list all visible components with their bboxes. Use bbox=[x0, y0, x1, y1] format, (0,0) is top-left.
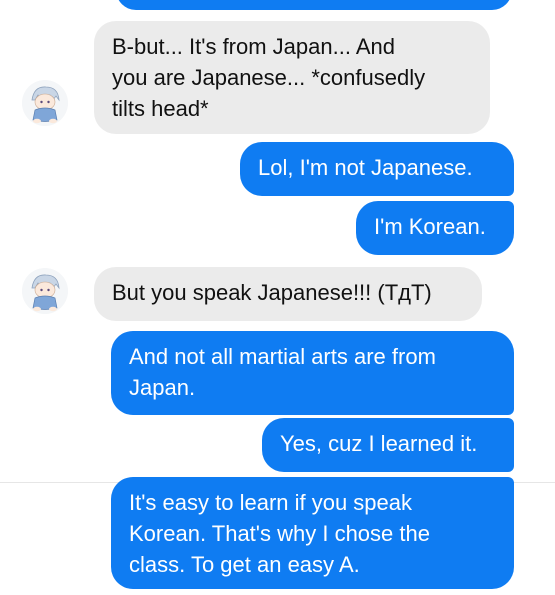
message-line: class. To get an easy A. bbox=[129, 552, 360, 577]
message-line: It's easy to learn if you speak bbox=[129, 490, 413, 515]
message-line: tilts head* bbox=[112, 96, 209, 121]
message-bubble-incoming[interactable]: But you speak Japanese!!! (TдT) bbox=[94, 267, 482, 321]
contact-avatar[interactable] bbox=[22, 268, 68, 314]
message-bubble-outgoing[interactable]: And not all martial arts are from Japan. bbox=[111, 331, 514, 415]
message-line: you are Japanese... *confusedly bbox=[112, 65, 426, 90]
message-text: Lol, I'm not Japanese. bbox=[258, 155, 473, 180]
chat-thread: B-but... It's from Japan... And you are … bbox=[0, 0, 555, 595]
message-text: Yes, cuz I learned it. bbox=[280, 431, 478, 456]
message-line: Japan. bbox=[129, 375, 196, 400]
contact-avatar[interactable] bbox=[22, 80, 68, 126]
chibi-character-avatar-icon bbox=[22, 80, 68, 126]
message-bubble-outgoing[interactable]: Yes, cuz I learned it. bbox=[262, 418, 514, 472]
chibi-character-avatar-icon bbox=[22, 268, 68, 314]
message-bubble-outgoing[interactable]: I'm Korean. bbox=[356, 201, 514, 255]
message-bubble-outgoing[interactable]: It's easy to learn if you speak Korean. … bbox=[111, 477, 514, 589]
message-line: B-but... It's from Japan... And bbox=[112, 34, 396, 59]
message-bubble-outgoing[interactable]: Lol, I'm not Japanese. bbox=[240, 142, 514, 196]
message-line: And not all martial arts are from bbox=[129, 344, 436, 369]
message-bubble-outgoing-partial[interactable] bbox=[116, 0, 512, 10]
message-text: I'm Korean. bbox=[374, 214, 486, 239]
message-text: But you speak Japanese!!! (TдT) bbox=[112, 280, 432, 305]
message-bubble-incoming[interactable]: B-but... It's from Japan... And you are … bbox=[94, 21, 490, 134]
message-line: Korean. That's why I chose the bbox=[129, 521, 430, 546]
